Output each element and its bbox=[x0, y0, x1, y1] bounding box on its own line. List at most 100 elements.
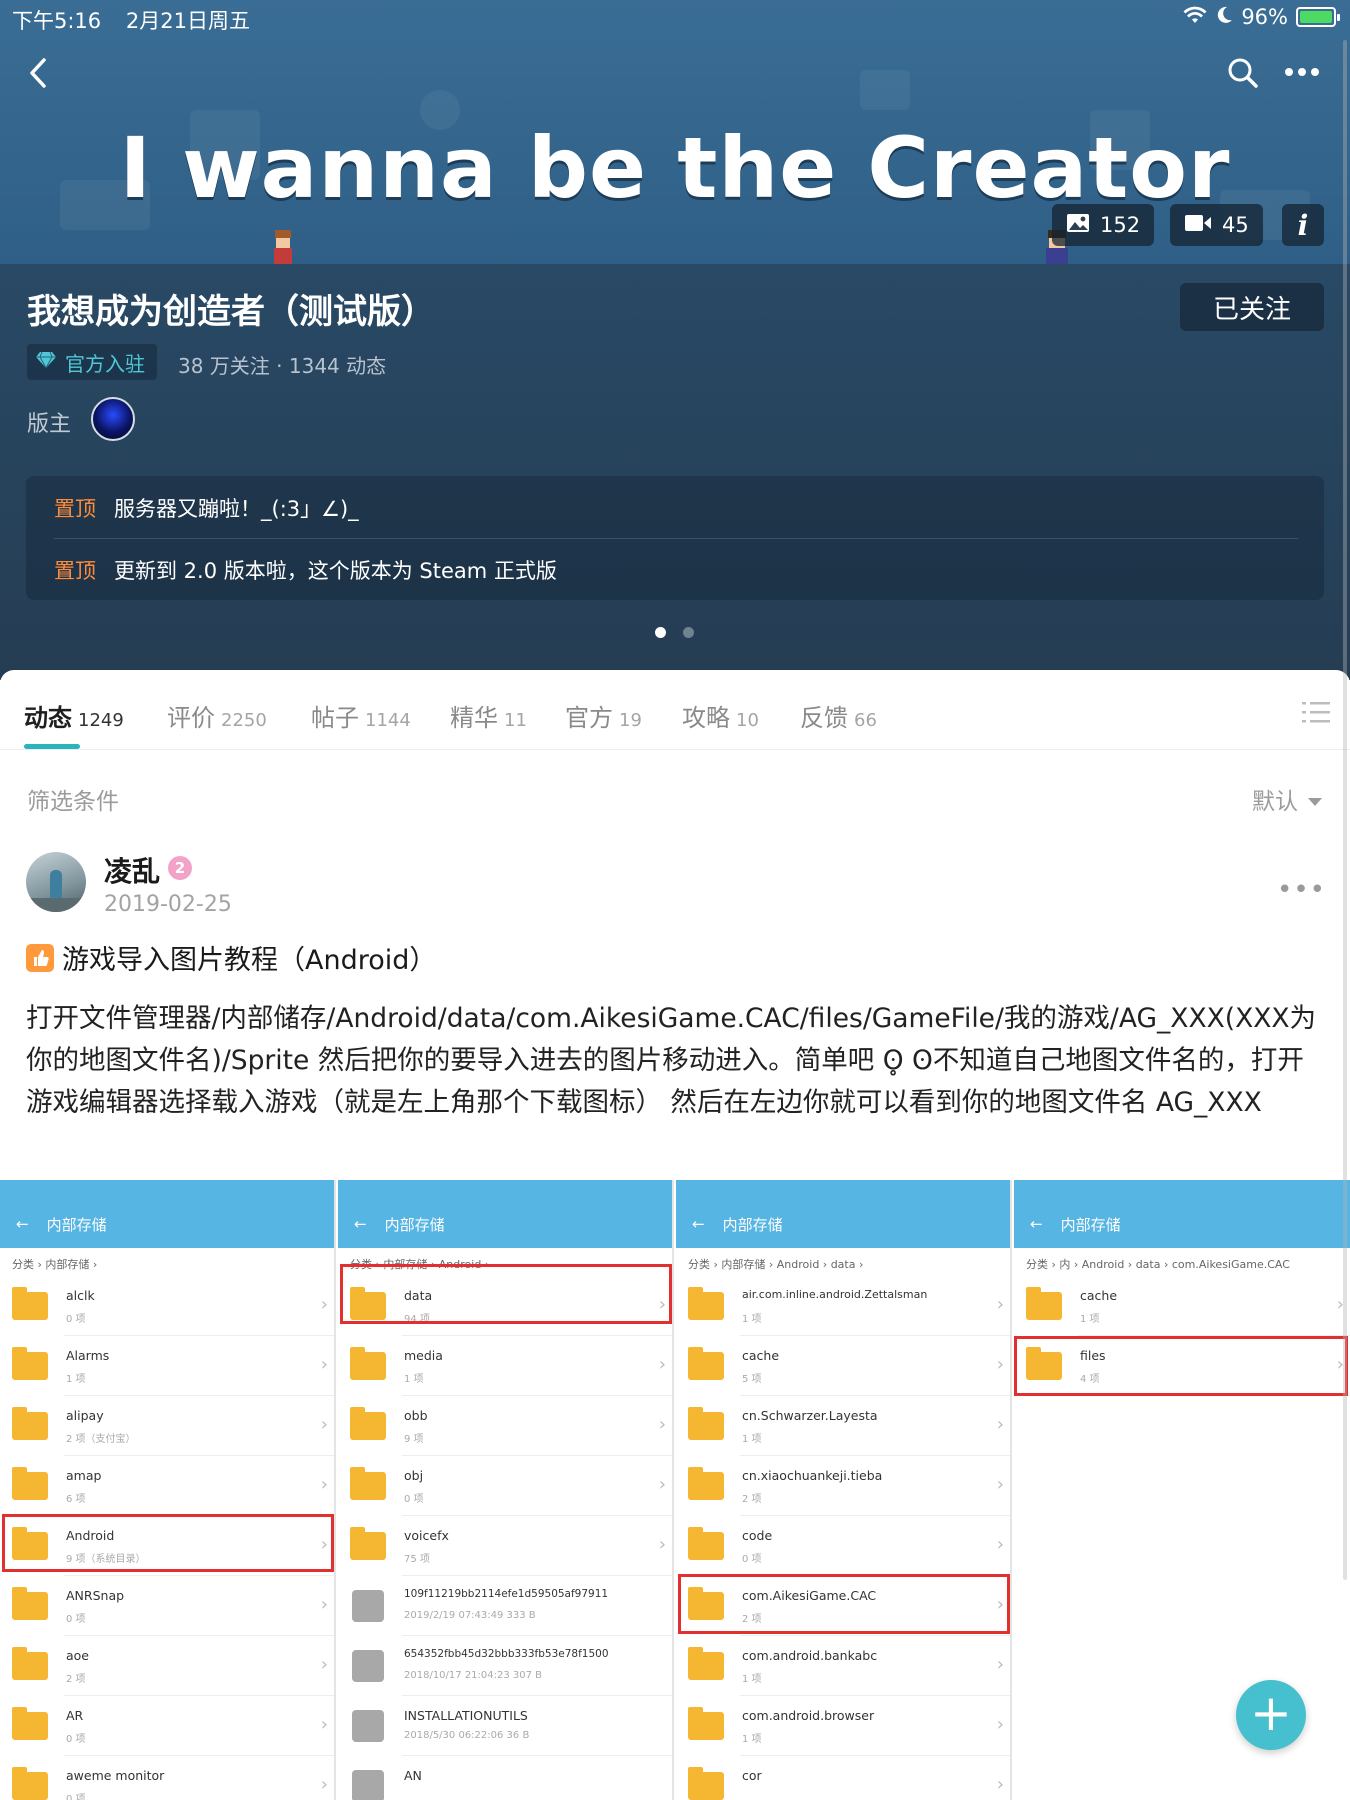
chevron-right-icon: › bbox=[996, 1414, 1004, 1435]
tab-feedback[interactable]: 反馈 66 bbox=[800, 698, 877, 733]
folder-icon bbox=[12, 1647, 48, 1680]
chevron-right-icon: › bbox=[320, 1594, 328, 1615]
list-item: INSTALLATIONUTILS 2018/5/30 06:22:06 36 B bbox=[352, 1696, 672, 1756]
character-sprite bbox=[268, 230, 298, 264]
item-meta: 0 项 bbox=[404, 1494, 424, 1505]
list-item: cache 1 项 › bbox=[1026, 1276, 1350, 1336]
tab-count: 66 bbox=[854, 710, 877, 731]
chevron-right-icon: › bbox=[320, 1714, 328, 1735]
folder-icon bbox=[350, 1467, 386, 1500]
item-name: AN bbox=[404, 1768, 422, 1783]
tab-dynamic[interactable]: 动态 1249 bbox=[24, 698, 124, 733]
arrow-left-icon: ← bbox=[1030, 1215, 1043, 1233]
follow-button[interactable]: 已关注 bbox=[1180, 283, 1324, 331]
phone-status-bar bbox=[676, 1180, 1010, 1200]
phone-title-bar: ← 内部存储 bbox=[338, 1200, 672, 1248]
tab-official[interactable]: 官方 19 bbox=[565, 698, 642, 733]
post-date: 2019-02-25 bbox=[104, 892, 232, 917]
list-item: voicefx 75 项 › bbox=[350, 1516, 672, 1576]
post-images[interactable]: ← 内部存储 分类 › 内部存储 › alclk 0 项 › Alarms 1 项 › a… bbox=[0, 1180, 1350, 1800]
chevron-right-icon: › bbox=[658, 1354, 666, 1375]
tab-count: 10 bbox=[736, 710, 759, 731]
chevron-right-icon: › bbox=[996, 1774, 1004, 1795]
item-name: media bbox=[404, 1348, 443, 1363]
highlight-box bbox=[1014, 1336, 1348, 1396]
tab-label: 动态 bbox=[24, 704, 72, 732]
sort-dropdown[interactable]: 默认 bbox=[1252, 782, 1322, 816]
chevron-right-icon: › bbox=[320, 1474, 328, 1495]
official-badge: 官方入驻 bbox=[27, 344, 157, 380]
info-icon: i bbox=[1297, 208, 1309, 242]
tab-count: 1249 bbox=[78, 710, 124, 731]
item-meta: 0 项 bbox=[66, 1734, 86, 1745]
moderator-avatar[interactable] bbox=[91, 397, 135, 441]
chevron-right-icon: › bbox=[320, 1354, 328, 1375]
chevron-right-icon: › bbox=[320, 1774, 328, 1795]
tab-posts[interactable]: 帖子 1144 bbox=[311, 698, 411, 733]
folder-icon bbox=[688, 1347, 724, 1380]
tab-label: 官方 bbox=[565, 704, 613, 732]
list-item: 654352fbb45d32bbb333fb53e78f1500 2018/10/… bbox=[352, 1636, 672, 1696]
images-count-button[interactable]: 152 bbox=[1052, 204, 1155, 246]
phone-breadcrumb: 分类 › 内部存储 › bbox=[12, 1258, 98, 1271]
item-meta: 2018/10/17 21:04:23 307 B bbox=[404, 1670, 543, 1681]
post-image[interactable]: ← 内部存储 分类 › 内部存储 › Android › data 94 项 › me… bbox=[338, 1180, 674, 1800]
chevron-right-icon: › bbox=[996, 1354, 1004, 1375]
file-icon bbox=[352, 1650, 384, 1682]
author-name[interactable]: 凌乱 bbox=[104, 850, 160, 890]
item-name: aoe bbox=[66, 1648, 89, 1663]
tab-reviews[interactable]: 评价 2250 bbox=[167, 698, 267, 733]
pinned-tag: 置顶 bbox=[54, 559, 96, 583]
post-image[interactable]: ← 内部存储 分类 › 内部存储 › Android › data › air.c… bbox=[676, 1180, 1012, 1800]
item-name: code bbox=[742, 1528, 773, 1543]
status-date: 2月21日周五 bbox=[125, 9, 250, 33]
level-badge: 2 bbox=[168, 856, 192, 880]
create-post-button[interactable]: + bbox=[1236, 1680, 1306, 1750]
folder-icon bbox=[688, 1647, 724, 1680]
search-icon[interactable] bbox=[1226, 56, 1260, 90]
list-item: amap 6 项 › bbox=[12, 1456, 334, 1516]
post-title-row[interactable]: 游戏导入图片教程（Android） bbox=[26, 938, 436, 977]
folder-icon bbox=[12, 1707, 48, 1740]
highlight-box bbox=[678, 1574, 1010, 1634]
folder-icon bbox=[1026, 1287, 1062, 1320]
post-body: 打开文件管理器/内部储存/Android/data/com.AikesiGame… bbox=[26, 1003, 1317, 1118]
images-count: 152 bbox=[1100, 213, 1141, 237]
more-icon[interactable] bbox=[1284, 64, 1320, 80]
tab-guides[interactable]: 攻略 10 bbox=[682, 698, 759, 733]
post-image[interactable]: ← 内部存储 分类 › 内部存储 › alclk 0 项 › Alarms 1 项 › a… bbox=[0, 1180, 336, 1800]
file-icon bbox=[352, 1710, 384, 1742]
pinned-post[interactable]: 置顶 更新到 2.0 版本啦，这个版本为 Steam 正式版 bbox=[54, 550, 557, 590]
post-more-icon[interactable]: ••• bbox=[1277, 875, 1326, 905]
tab-featured[interactable]: 精华 11 bbox=[450, 698, 527, 733]
phone-status-bar bbox=[1014, 1180, 1350, 1200]
chevron-right-icon: › bbox=[996, 1534, 1004, 1555]
forum-header: I wanna be the Creator 下午5:16 2月21日周五 96… bbox=[0, 0, 1350, 680]
list-menu-icon[interactable] bbox=[1302, 700, 1330, 728]
scrollbar[interactable] bbox=[1343, 40, 1347, 1580]
filter-button[interactable]: 筛选条件 bbox=[27, 782, 119, 816]
chevron-right-icon: › bbox=[658, 1534, 666, 1555]
back-button[interactable] bbox=[26, 56, 52, 90]
item-meta: 9 项 bbox=[404, 1434, 424, 1445]
folder-icon bbox=[12, 1347, 48, 1380]
info-button[interactable]: i bbox=[1282, 204, 1324, 246]
tab-label: 攻略 bbox=[682, 704, 730, 732]
folder-icon bbox=[12, 1587, 48, 1620]
pinned-post[interactable]: 置顶 服务器又蹦啦！_(:3」∠)_ bbox=[54, 488, 359, 528]
chevron-right-icon: › bbox=[996, 1654, 1004, 1675]
item-name: 109f11219bb2114efe1d59505af97911 bbox=[404, 1588, 609, 1600]
phone-status-bar bbox=[0, 1180, 334, 1200]
item-name: obj bbox=[404, 1468, 424, 1483]
author-avatar[interactable] bbox=[26, 852, 86, 912]
phone-title: 内部存储 bbox=[722, 1215, 783, 1234]
item-name: aweme monitor bbox=[66, 1768, 165, 1783]
tab-label: 精华 bbox=[450, 704, 498, 732]
list-item: alipay 2 项（支付宝） › bbox=[12, 1396, 334, 1456]
item-meta: 5 项 bbox=[742, 1374, 762, 1385]
item-name: com.android.bankabc bbox=[742, 1648, 878, 1663]
phone-breadcrumb: 分类 › 内 › Android › data › com.AikesiGame… bbox=[1026, 1258, 1290, 1271]
videos-count-button[interactable]: 45 bbox=[1170, 204, 1263, 246]
list-item: AN bbox=[352, 1756, 672, 1800]
caret-down-icon bbox=[1308, 786, 1322, 812]
